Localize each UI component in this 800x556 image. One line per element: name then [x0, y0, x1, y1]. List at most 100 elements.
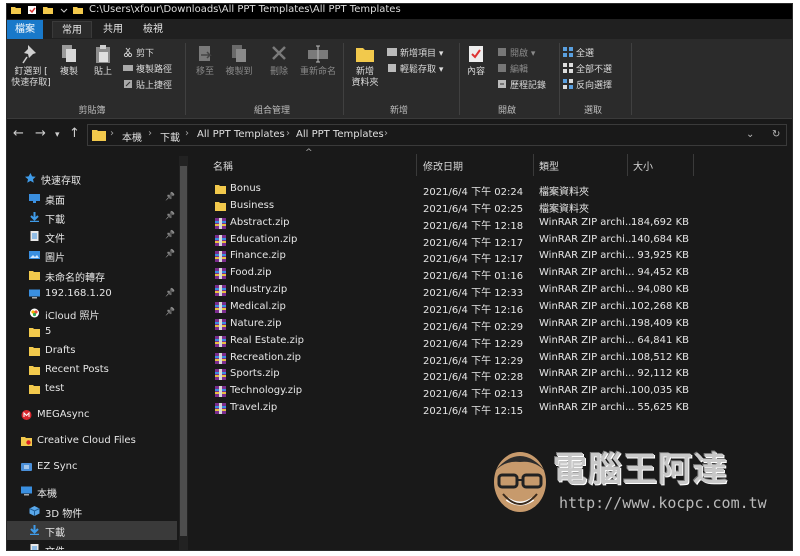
sidebar-item[interactable]: 3D 物件	[7, 502, 177, 521]
delete-button[interactable]: 刪除	[265, 43, 293, 78]
file-date: 2021/6/4 下午 12:17	[423, 254, 524, 266]
refresh-icon[interactable]: ↻	[772, 129, 780, 140]
file-row[interactable]: Abstract.zip 2021/6/4 下午 12:18 WinRAR ZIP …	[193, 215, 693, 232]
open-button[interactable]: 開啟 ▾	[497, 47, 535, 60]
new-folder-icon[interactable]	[43, 5, 53, 15]
sidebar-scrollbar[interactable]	[179, 156, 188, 550]
breadcrumb-all-ppt-templates[interactable]: All PPT Templates	[197, 129, 285, 140]
file-row[interactable]: Sports.zip 2021/6/4 下午 02:28 WinRAR ZIP ar…	[193, 366, 693, 383]
new-folder-button[interactable]: 新增 資料夾	[347, 43, 383, 89]
sidebar-item[interactable]: EZ Sync	[7, 458, 177, 477]
pin-quick-access-button[interactable]: 釘選到 [ 快速存取]	[9, 43, 53, 89]
sidebar-item[interactable]: Creative Cloud Files	[7, 432, 177, 451]
file-row[interactable]: Bonus 2021/6/4 下午 02:24 檔案資料夾	[193, 181, 693, 198]
breadcrumb-all-ppt-templates-current[interactable]: All PPT Templates	[296, 129, 384, 140]
sidebar-item[interactable]: 文件 📌	[7, 227, 177, 246]
sidebar-item[interactable]: Drafts	[7, 342, 177, 361]
file-row[interactable]: Real Estate.zip 2021/6/4 下午 12:29 WinRAR Z…	[193, 333, 693, 350]
sidebar-item[interactable]: 下載 📌	[7, 208, 177, 227]
up-arrow-icon[interactable]: ↑	[69, 126, 80, 141]
tab-view[interactable]: 檢視	[135, 21, 171, 38]
column-header-size[interactable]: 大小	[633, 158, 653, 173]
sidebar-item[interactable]: Recent Posts	[7, 361, 177, 380]
column-header-date[interactable]: 修改日期	[423, 158, 463, 173]
file-row[interactable]: Nature.zip 2021/6/4 下午 02:29 WinRAR ZIP ar…	[193, 316, 693, 333]
breadcrumb-this-pc[interactable]: 本機	[122, 129, 142, 144]
tab-file[interactable]: 檔案	[7, 20, 43, 39]
sidebar-item[interactable]: 5	[7, 323, 177, 342]
file-row[interactable]: Technology.zip 2021/6/4 下午 02:13 WinRAR ZI…	[193, 383, 693, 400]
properties-button[interactable]: 內容	[463, 43, 489, 78]
edit-button[interactable]: 編輯	[497, 63, 528, 76]
copy-to-button[interactable]: 複製到	[223, 43, 255, 78]
sidebar-item[interactable]: 桌面 📌	[7, 189, 177, 208]
new-item-button[interactable]: 新增項目 ▾	[387, 47, 443, 60]
forward-arrow-icon[interactable]: →	[35, 126, 46, 141]
sidebar-item[interactable]: 下載	[7, 521, 177, 540]
paste-button[interactable]: 貼上	[89, 43, 117, 78]
invert-selection-button[interactable]: 反向選擇	[563, 79, 612, 92]
file-row[interactable]: Finance.zip 2021/6/4 下午 12:17 WinRAR ZIP a…	[193, 248, 693, 265]
chevron-down-icon[interactable]: ⌄	[746, 129, 754, 140]
rename-button[interactable]: 重新命名	[297, 43, 339, 78]
pin-icon[interactable]: 📌	[165, 249, 175, 258]
breadcrumb-downloads[interactable]: 下載	[160, 129, 180, 144]
address-bar[interactable]: › 本機 › 下載 › All PPT Templates › All PPT …	[87, 124, 787, 146]
file-row[interactable]: Education.zip 2021/6/4 下午 12:17 WinRAR ZIP…	[193, 232, 693, 249]
ribbon: 釘選到 [ 快速存取] 複製 貼上 剪下 複製路徑 貼上捷徑 剪貼簿 移至 複製…	[7, 39, 792, 119]
sidebar-item[interactable]: 未命名的轉存	[7, 266, 177, 285]
sidebar-item[interactable]: 本機	[7, 482, 177, 501]
pin-icon[interactable]: 📌	[165, 307, 175, 316]
sidebar-scrollbar-thumb[interactable]	[180, 166, 187, 536]
pin-icon[interactable]: 📌	[165, 192, 175, 201]
sidebar-item-label: 3D 物件	[45, 509, 83, 520]
sidebar-item[interactable]: test	[7, 380, 177, 399]
select-all-button[interactable]: 全選	[563, 47, 594, 60]
file-date: 2021/6/4 下午 02:25	[423, 203, 524, 215]
close-icon	[272, 46, 286, 60]
organize-group-label: 組合管理	[253, 106, 290, 116]
sidebar-item[interactable]: 文件	[7, 540, 177, 550]
sidebar-item[interactable]: 快速存取	[7, 169, 177, 188]
column-separator[interactable]	[693, 154, 694, 176]
file-row[interactable]: Medical.zip 2021/6/4 下午 12:16 WinRAR ZIP a…	[193, 299, 693, 316]
cut-button[interactable]: 剪下	[123, 47, 154, 60]
paste-shortcut-button[interactable]: 貼上捷徑	[123, 79, 172, 92]
edit-label: 編輯	[510, 65, 529, 75]
copy-button[interactable]: 複製	[55, 43, 83, 78]
winrar-zip-icon	[215, 268, 226, 280]
file-row[interactable]: Recreation.zip 2021/6/4 下午 12:29 WinRAR ZI…	[193, 350, 693, 367]
select-none-button[interactable]: 全部不選	[563, 63, 612, 76]
pin-icon[interactable]: 📌	[165, 230, 175, 239]
pin-icon[interactable]: 📌	[165, 211, 175, 220]
file-row[interactable]: Travel.zip 2021/6/4 下午 12:15 WinRAR ZIP ar…	[193, 400, 693, 417]
sidebar-item[interactable]: MEGAsync	[7, 406, 177, 425]
sidebar-item[interactable]: 192.168.1.20 📌	[7, 285, 177, 304]
creative-cloud-icon	[21, 437, 32, 446]
move-to-button[interactable]: 移至	[191, 43, 219, 78]
file-type: WinRAR ZIP archi...	[539, 334, 635, 346]
history-button[interactable]: 歷程記錄	[497, 79, 546, 92]
column-separator[interactable]	[416, 154, 417, 176]
column-header-type[interactable]: 類型	[539, 158, 559, 173]
recent-locations-chevron-icon[interactable]: ▾	[55, 130, 60, 140]
sidebar-item-label: 5	[45, 326, 52, 337]
file-row[interactable]: Food.zip 2021/6/4 下午 01:16 WinRAR ZIP arch…	[193, 265, 693, 282]
tab-home[interactable]: 常用	[52, 21, 92, 38]
column-separator[interactable]	[533, 154, 534, 176]
easy-access-button[interactable]: 輕鬆存取 ▾	[387, 63, 443, 76]
sidebar-item[interactable]: iCloud 照片 📌	[7, 304, 177, 323]
file-row[interactable]: Business 2021/6/4 下午 02:25 檔案資料夾	[193, 198, 693, 215]
pin-icon[interactable]: 📌	[165, 288, 175, 297]
properties-icon[interactable]	[27, 5, 37, 15]
column-header-name[interactable]: 名稱	[213, 158, 233, 173]
file-name: Medical.zip	[230, 300, 286, 312]
chevron-down-icon[interactable]	[59, 5, 69, 15]
copy-path-button[interactable]: 複製路徑	[123, 63, 172, 76]
sidebar-item[interactable]: 圖片 📌	[7, 246, 177, 265]
column-separator[interactable]	[627, 154, 628, 176]
file-row[interactable]: Industry.zip 2021/6/4 下午 12:33 WinRAR ZIP …	[193, 282, 693, 299]
tab-share[interactable]: 共用	[95, 21, 131, 38]
back-arrow-icon[interactable]: ←	[13, 126, 24, 141]
file-date: 2021/6/4 下午 12:29	[423, 355, 524, 367]
